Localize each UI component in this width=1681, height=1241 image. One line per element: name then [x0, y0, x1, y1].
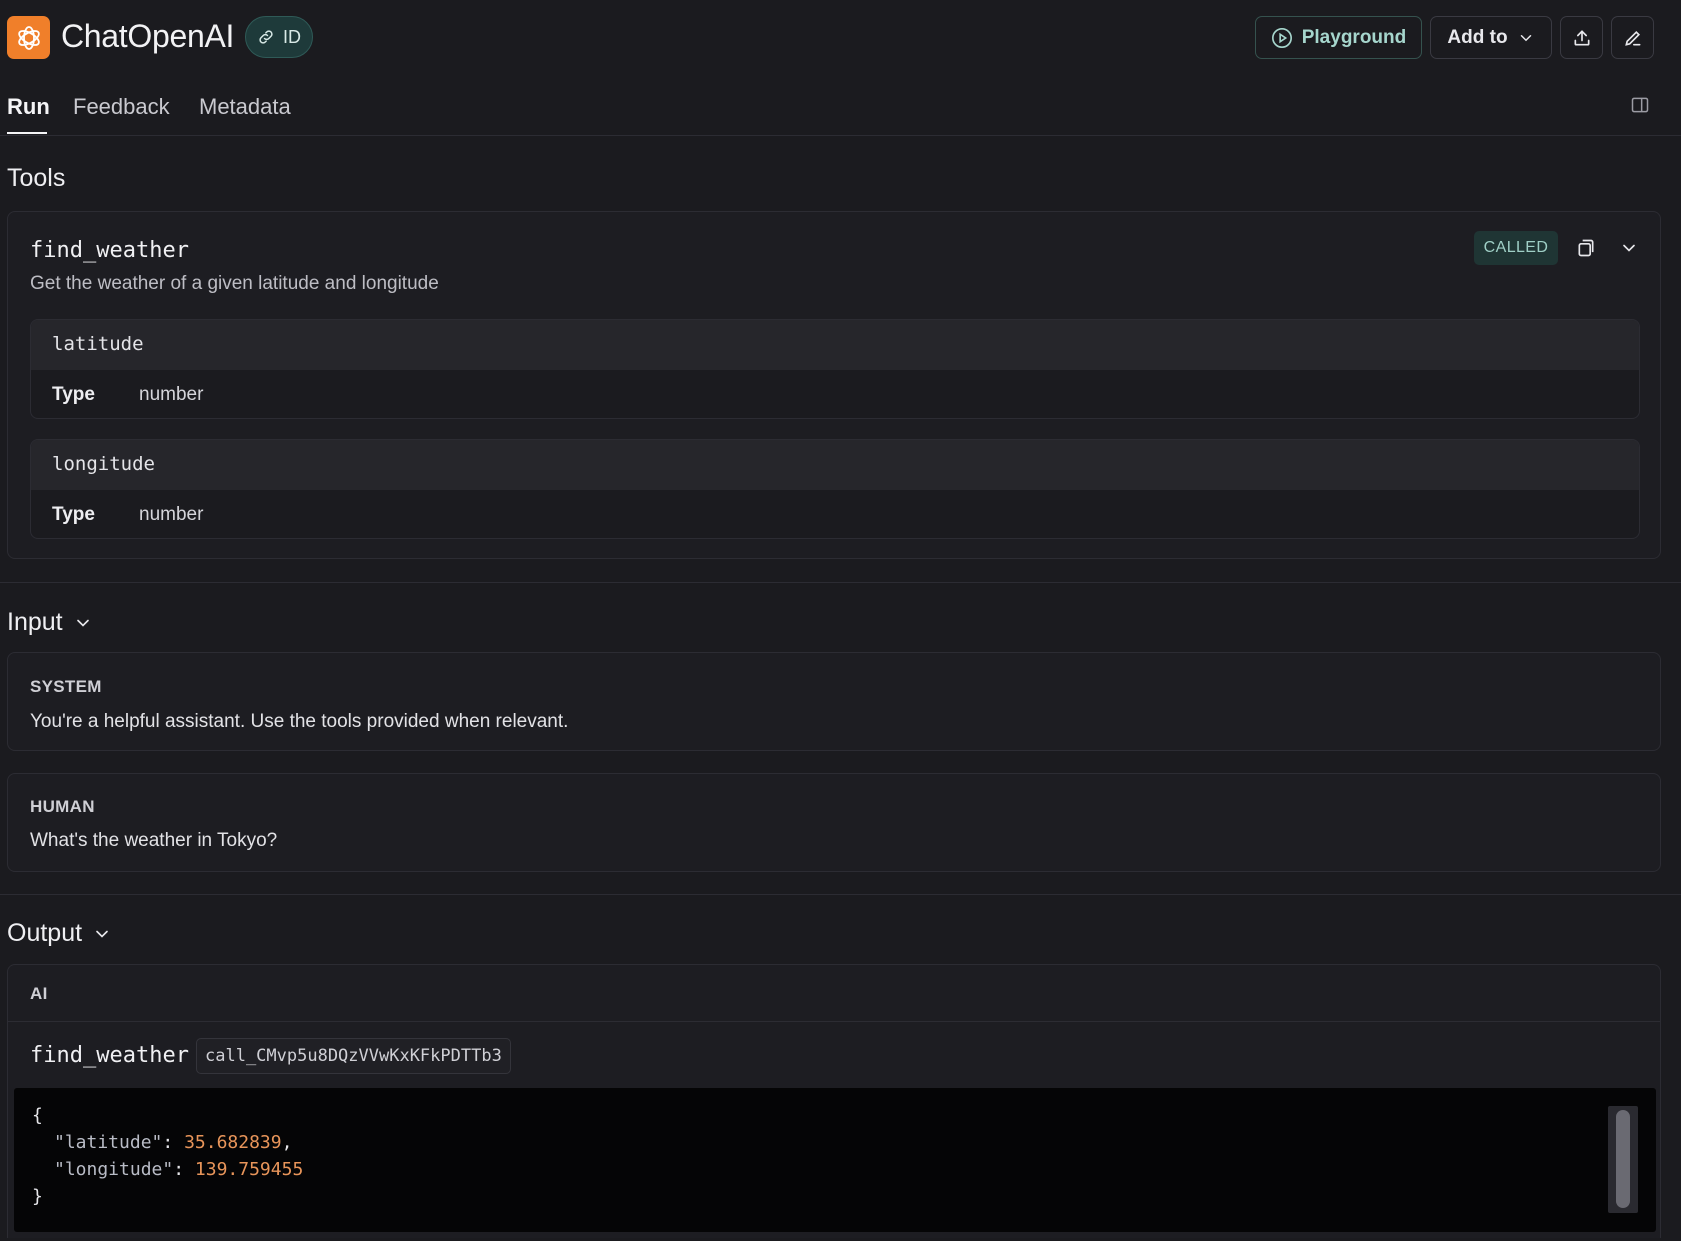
active-tab-indicator [7, 132, 47, 134]
page-title: ChatOpenAI [61, 18, 235, 54]
code-scrollbar[interactable] [1608, 1106, 1638, 1213]
arg-value: 139.759455 [194, 1159, 304, 1180]
pencil-icon [1624, 30, 1640, 46]
param-name: longitude [31, 440, 1639, 490]
message-role: AI [30, 984, 48, 1003]
upload-icon [1574, 29, 1589, 45]
param-longitude: longitude Type number [30, 439, 1640, 539]
param-type-label: Type [52, 383, 95, 405]
arg-trailing: , [281, 1132, 293, 1153]
tool-card: find_weather Get the weather of a given … [7, 211, 1661, 559]
tab-metadata[interactable]: Metadata [199, 94, 291, 120]
arg-value: 35.682839 [184, 1132, 282, 1153]
tool-description: Get the weather of a given latitude and … [30, 273, 439, 294]
tab-bar: Run Feedback Metadata [0, 76, 1681, 136]
arg-key: "longitude" [54, 1159, 174, 1180]
message-text: What's the weather in Tokyo? [30, 830, 278, 851]
code-line: "latitude": 35.682839, [54, 1132, 293, 1153]
message-role: HUMAN [30, 797, 95, 816]
code-open-brace: { [32, 1105, 43, 1126]
input-section-toggle[interactable]: Input [7, 608, 93, 637]
openai-logo-icon [7, 16, 50, 59]
section-divider [0, 582, 1681, 583]
playground-label: Playground [1301, 26, 1407, 48]
collapse-tool-button[interactable] [1619, 238, 1639, 263]
param-type-row: Type number [31, 370, 1639, 418]
id-badge-label: ID [283, 26, 301, 47]
tool-call-id: call_CMvp5u8DQzVVwKxKFkPDTTb3 [196, 1038, 511, 1074]
param-type-value: number [139, 503, 204, 525]
tab-run[interactable]: Run [7, 94, 50, 120]
param-name: latitude [31, 320, 1639, 370]
share-button[interactable] [1560, 16, 1603, 59]
output-title-text: Output [7, 919, 83, 947]
edit-button[interactable] [1611, 16, 1654, 59]
ai-message-card: AI find_weather call_CMvp5u8DQzVVwKxKFkP… [7, 964, 1661, 1238]
code-line: "longitude": 139.759455 [54, 1159, 304, 1180]
copy-icon [1578, 239, 1594, 257]
tools-section-title: Tools [7, 164, 65, 193]
tab-feedback[interactable]: Feedback [73, 94, 170, 120]
link-icon [259, 30, 273, 44]
human-message-card: HUMAN What's the weather in Tokyo? [7, 773, 1661, 872]
chevron-down-icon [1520, 34, 1531, 41]
copy-tool-button[interactable] [1576, 238, 1596, 263]
status-badge: CALLED [1474, 231, 1558, 265]
copy-id-button[interactable]: ID [245, 16, 313, 58]
message-role: SYSTEM [30, 677, 102, 696]
playground-button[interactable]: Playground [1255, 16, 1422, 59]
param-latitude: latitude Type number [30, 319, 1640, 419]
chevron-down-icon [76, 619, 89, 627]
tool-name: find_weather [30, 238, 189, 263]
section-divider [0, 894, 1681, 895]
system-message-card: SYSTEM You're a helpful assistant. Use t… [7, 652, 1661, 751]
param-type-label: Type [52, 503, 95, 525]
arg-key: "latitude" [54, 1132, 163, 1153]
scrollbar-thumb[interactable] [1616, 1110, 1630, 1208]
param-type-value: number [139, 383, 204, 405]
add-to-label: Add to [1447, 26, 1508, 48]
tool-call-arguments: { "latitude": 35.682839, "longitude": 13… [14, 1088, 1656, 1232]
card-divider [8, 1021, 1660, 1022]
param-type-row: Type number [31, 490, 1639, 538]
header: ChatOpenAI ID Playground Add to [0, 0, 1681, 76]
code-close-brace: } [32, 1186, 43, 1207]
add-to-button[interactable]: Add to [1430, 16, 1552, 59]
chevron-down-icon [96, 930, 108, 938]
sidebar-panel-icon [1631, 97, 1649, 113]
tools-title-text: Tools [7, 164, 66, 192]
output-section-toggle[interactable]: Output [7, 919, 112, 948]
tool-call-name: find_weather [30, 1043, 189, 1068]
chevron-down-icon [1623, 244, 1635, 252]
input-title-text: Input [7, 608, 63, 636]
message-text: You're a helpful assistant. Use the tool… [30, 711, 569, 732]
toggle-panel-button[interactable] [1630, 95, 1650, 120]
play-circle-icon [1271, 27, 1292, 48]
